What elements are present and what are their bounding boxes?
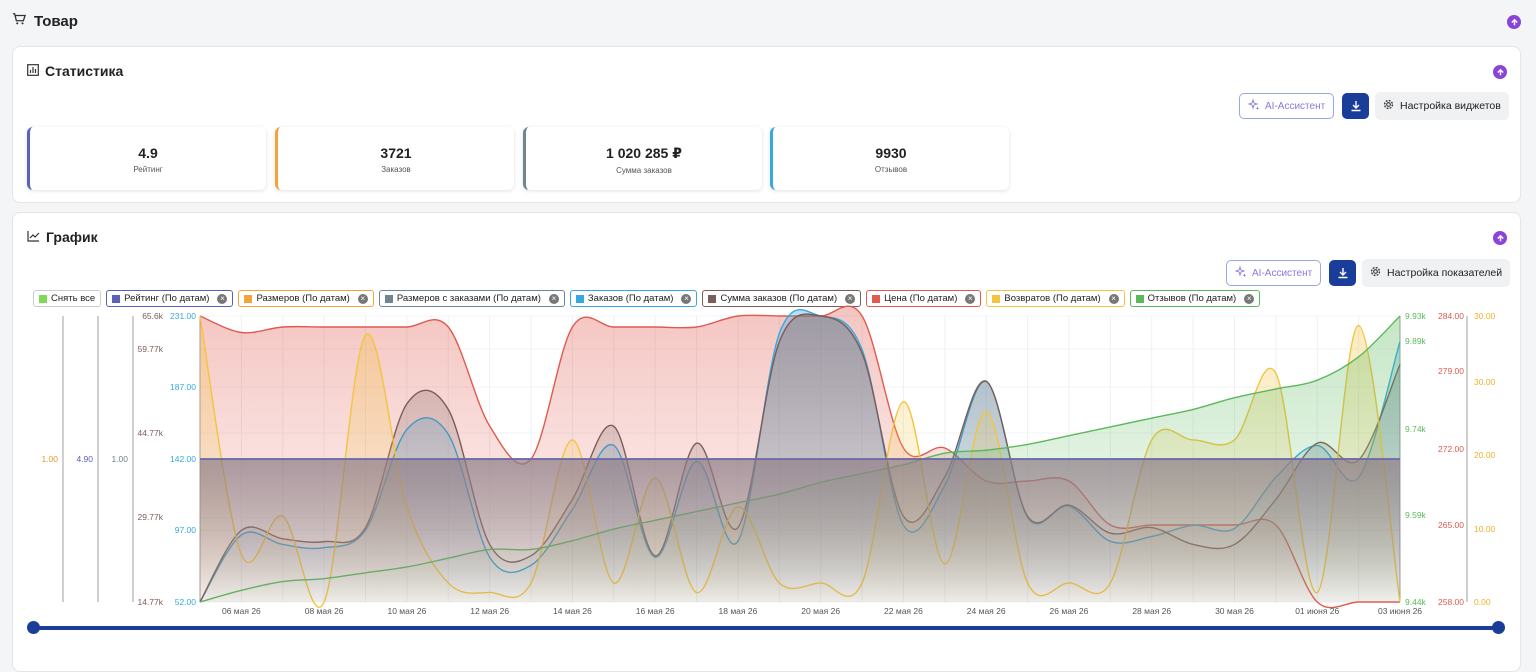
- x-tick-label: 01 июня 26: [1295, 606, 1339, 616]
- x-tick-label: 24 мая 26: [967, 606, 1006, 616]
- axis-tick-label: 265.00: [1438, 520, 1464, 530]
- x-tick-label: 26 мая 26: [1050, 606, 1089, 616]
- x-tick-label: 06 мая 26: [222, 606, 261, 616]
- x-tick-label: 28 мая 26: [1132, 606, 1171, 616]
- x-tick-label: 16 мая 26: [636, 606, 675, 616]
- date-range-slider[interactable]: [33, 626, 1499, 630]
- axis-tick-label: 97.00: [175, 525, 197, 535]
- axis-tick-label: 272.00: [1438, 444, 1464, 454]
- axis-tick-label: 258.00: [1438, 597, 1464, 607]
- axis-tick-label: 59.77k: [137, 344, 163, 354]
- axis-tick-label: 9.74k: [1405, 424, 1427, 434]
- axis-tick-label: 4.90: [76, 454, 93, 464]
- x-tick-label: 12 мая 26: [470, 606, 509, 616]
- axis-tick-label: 284.00: [1438, 311, 1464, 321]
- axis-tick-label: 14.77k: [137, 597, 163, 607]
- x-tick-label: 20 мая 26: [801, 606, 840, 616]
- axis-tick-label: 30.00: [1474, 377, 1496, 387]
- x-tick-label: 14 мая 26: [553, 606, 592, 616]
- x-tick-label: 18 мая 26: [719, 606, 758, 616]
- x-tick-label: 30 мая 26: [1215, 606, 1254, 616]
- axis-tick-label: 9.93k: [1405, 311, 1427, 321]
- axis-tick-label: 30.00: [1474, 311, 1496, 321]
- x-tick-label: 03 июня 26: [1378, 606, 1422, 616]
- axis-tick-label: 1.00: [41, 454, 58, 464]
- axis-tick-label: 20.00: [1474, 450, 1496, 460]
- range-end-handle[interactable]: [1492, 621, 1505, 634]
- series-area: [200, 459, 1400, 602]
- axis-tick-label: 1.00: [111, 454, 128, 464]
- x-tick-label: 22 мая 26: [884, 606, 923, 616]
- axis-tick-label: 142.00: [170, 454, 196, 464]
- x-tick-label: 08 мая 26: [305, 606, 344, 616]
- axis-tick-label: 0.00: [1474, 597, 1491, 607]
- axis-tick-label: 9.59k: [1405, 510, 1427, 520]
- axis-tick-label: 44.77k: [137, 428, 163, 438]
- x-tick-label: 10 мая 26: [387, 606, 426, 616]
- axis-tick-label: 279.00: [1438, 366, 1464, 376]
- axis-tick-label: 65.6k: [142, 311, 164, 321]
- axis-tick-label: 9.89k: [1405, 336, 1427, 346]
- axis-tick-label: 10.00: [1474, 524, 1496, 534]
- range-start-handle[interactable]: [27, 621, 40, 634]
- axis-tick-label: 231.00: [170, 311, 196, 321]
- axis-tick-label: 52.00: [175, 597, 197, 607]
- combined-line-chart: 1.00 4.90 1.00 65.6k 59.77k 44.77k 29.77k 14.77…: [41, 305, 1496, 616]
- axis-tick-label: 187.00: [170, 382, 196, 392]
- axis-tick-label: 29.77k: [137, 512, 163, 522]
